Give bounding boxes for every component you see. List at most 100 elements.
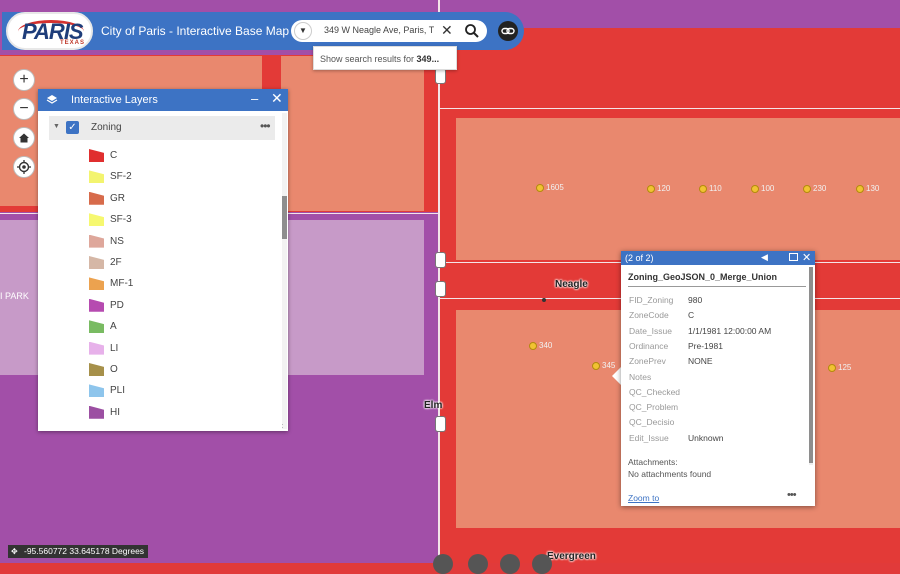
search-input[interactable]: 349 W Neagle Ave, Paris, TX, 75460 [324,25,434,35]
layer-visibility-checkbox[interactable]: ✓ [66,121,79,134]
bottom-tool-button[interactable] [500,554,520,574]
popup-pointer [612,367,621,385]
attribute-value: 1/1/1981 12:00:00 AM [688,325,772,336]
attribute-value: Unknown [688,432,724,443]
attribute-row: ZonePrev NONE [629,356,799,371]
scrollbar[interactable] [282,113,287,429]
legend-item: NS [89,232,239,253]
locate-icon [17,160,31,174]
address-point[interactable]: 100 [751,184,774,193]
logo[interactable]: PARIS TEXAS [6,12,93,50]
legend-item: SF-2 [89,167,239,188]
attribute-key: FID_Zoning [629,295,674,305]
attribute-key: ZonePrev [629,356,666,367]
popup-header[interactable]: (2 of 2) ◀ ✕ [621,251,815,265]
attribute-key: ZoneCode [629,310,669,321]
legend-item: PD [89,296,239,317]
attribute-key: QC_Problem [629,402,679,413]
attribute-row: FID_Zoning 980 [629,295,799,310]
search-suggestion[interactable]: Show search results for 349... [313,46,457,70]
layers-panel[interactable]: Interactive Layers – ✕ ▼ ✓ Zoning ••• CS… [38,89,288,431]
locate-button[interactable] [13,156,35,178]
zoom-to-link[interactable]: Zoom to [628,493,659,503]
popup-title: Zoning_GeoJSON_0_Merge_Union [628,272,778,282]
legend-item: PLI [89,381,239,402]
legend-item: 2F [89,253,239,274]
layers-panel-title: Interactive Layers [71,94,158,106]
legend-item: MF-1 [89,274,239,295]
legend-item: GR [89,189,239,210]
more-options-icon[interactable]: ••• [260,119,271,133]
attribute-row: QC_Checked [629,387,799,402]
caret-down-icon[interactable]: ▼ [53,123,60,130]
attribute-row: Date_Issue 1/1/1981 12:00:00 AM [629,326,799,341]
crosshair-icon[interactable]: ✥ [11,545,18,558]
legend-label: O [110,364,118,375]
address-point[interactable]: 125 [828,363,851,372]
zoom-out-button[interactable]: − [13,98,35,120]
bottom-tool-button[interactable] [433,554,453,574]
address-point[interactable]: 130 [856,184,879,193]
layers-panel-header[interactable]: Interactive Layers – ✕ [38,89,288,111]
previous-icon[interactable]: ◀ [761,252,768,263]
attribute-row: QC_Decisio [629,417,799,432]
attribute-key: Date_Issue [629,325,672,336]
legend-swatch [89,170,104,184]
suggestion-term: 349... [416,54,440,64]
bottom-tool-button[interactable] [468,554,488,574]
address-point[interactable]: 1605 [536,183,564,192]
layer-item-zoning[interactable]: ▼ ✓ Zoning ••• [49,116,275,140]
legend-label: LI [110,342,119,354]
legend-label: PD [110,299,124,311]
legend-swatch [89,234,104,248]
close-icon[interactable]: ✕ [271,90,283,107]
legend-swatch [89,405,104,419]
legend-item: SF-3 [89,210,239,231]
attribute-row: ZoneCode C [629,310,799,325]
zoom-in-button[interactable]: + [13,69,35,91]
park-label: I PARK [0,291,29,301]
legend-label: NS [110,235,124,247]
road-shield [435,281,446,297]
more-options-icon[interactable]: ••• [787,489,797,501]
legend-item: O [89,360,239,381]
attribute-key: Notes [629,371,652,382]
scrollbar[interactable] [809,267,813,465]
minimize-icon[interactable]: – [251,91,258,106]
attribute-row: Edit_Issue Unknown [629,433,799,448]
scrollbar-thumb[interactable] [282,196,287,239]
legend-label: 2F [110,257,122,268]
maximize-icon[interactable] [789,253,798,261]
suggestion-prefix: Show search results for [320,54,417,64]
address-point[interactable]: 340 [529,341,552,350]
legend-swatch [89,341,104,355]
link-button[interactable] [498,21,518,41]
zone-salmon-topmid[interactable] [281,56,424,211]
street-label-elm: Elm [424,400,443,411]
zone-salmon-right-upper[interactable] [456,118,900,260]
search-icon[interactable] [463,22,481,40]
address-point[interactable]: 120 [647,184,670,193]
close-icon[interactable]: ✕ [802,251,811,264]
legend-swatch [89,256,104,269]
attribute-row: Notes [629,372,799,387]
search-box[interactable]: ▼ 349 W Neagle Ave, Paris, TX, 75460 ✕ [291,20,487,42]
legend-swatch [89,277,104,291]
address-point[interactable]: 110 [699,184,722,193]
resize-grip-icon[interactable]: : [280,423,284,430]
attribute-row: QC_Problem [629,402,799,417]
attachments-heading: Attachments: [628,457,678,467]
attribute-value: NONE [688,356,713,367]
legend-item: HI [89,403,239,424]
close-icon[interactable]: ✕ [441,22,453,39]
address-point[interactable]: 230 [803,184,826,193]
attribute-value: C [688,310,695,321]
feature-popup[interactable]: (2 of 2) ◀ ✕ Zoning_GeoJSON_0_Merge_Unio… [621,251,815,506]
chevron-down-icon[interactable]: ▼ [294,22,312,40]
bottom-tool-button[interactable] [532,554,552,574]
coordinate-text: -95.560772 33.645178 Degrees [24,546,145,556]
divider [628,286,806,287]
legend-label: SF-3 [110,214,132,226]
home-button[interactable] [13,127,35,149]
scrollbar-thumb[interactable] [809,267,813,463]
